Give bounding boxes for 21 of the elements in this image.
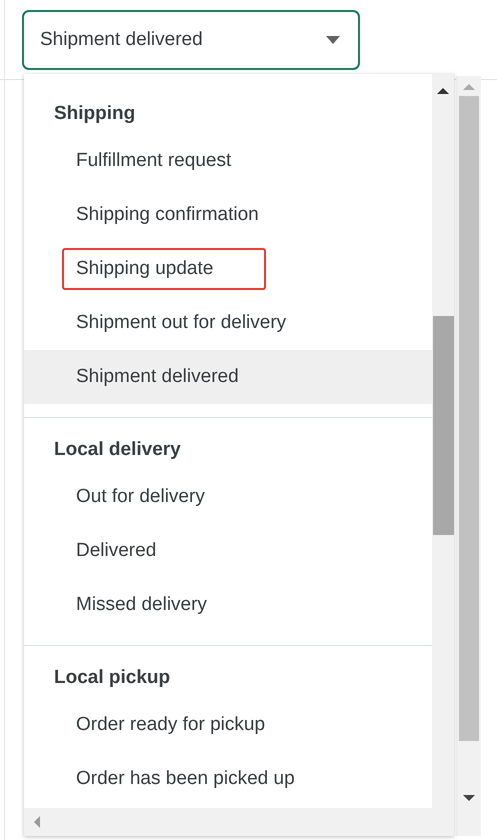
template-select[interactable]: Shipment delivered (22, 10, 360, 70)
dropdown-caret-icon (326, 36, 340, 44)
menu-item[interactable]: Out for delivery (24, 470, 432, 524)
menu-scrollbar[interactable] (432, 74, 454, 808)
scroll-left-icon[interactable] (34, 816, 40, 828)
group-heading: Shipping (53, 102, 136, 126)
group-heading: Local delivery (53, 438, 182, 462)
menu-item[interactable]: Delivered (24, 524, 432, 578)
menu-item[interactable]: Shipment delivered (24, 350, 432, 404)
menu-item[interactable]: Fulfillment request (24, 134, 432, 188)
group-heading: Local pickup (53, 666, 172, 690)
menu-item[interactable]: Missed delivery (24, 578, 432, 632)
menu-item[interactable]: Shipping update (24, 242, 432, 296)
menu-item[interactable]: Order ready for pickup (24, 698, 432, 752)
menu-item[interactable]: Shipping confirmation (24, 188, 432, 242)
horizontal-scrollbar[interactable] (24, 808, 454, 836)
scroll-down-icon[interactable] (462, 795, 474, 801)
page-scrollbar[interactable] (456, 76, 481, 836)
scroll-up-icon[interactable] (437, 88, 449, 94)
menu-item[interactable]: Order has been picked up (24, 752, 432, 806)
menu-item[interactable]: Shipment out for delivery (24, 296, 432, 350)
